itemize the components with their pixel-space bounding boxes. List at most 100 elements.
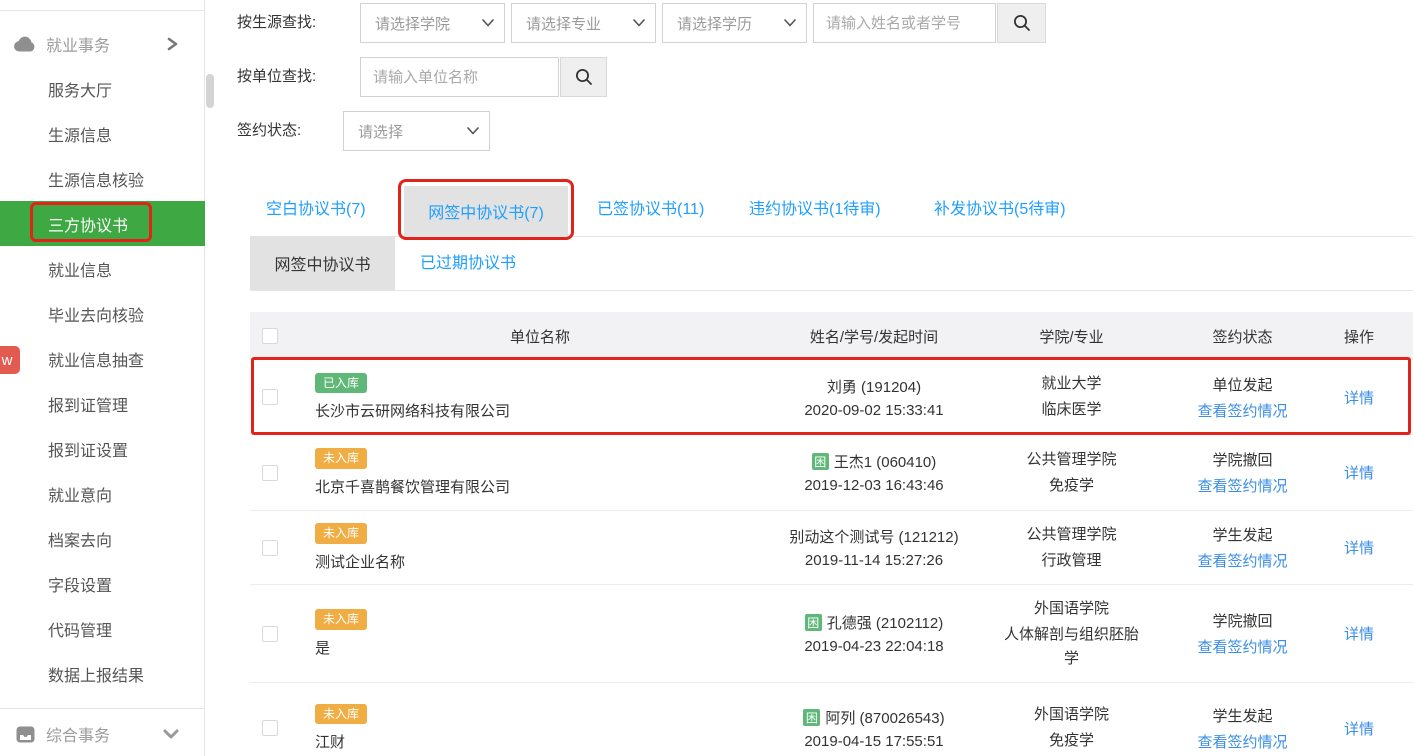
sidebar-item-registration-card-settings[interactable]: 报到证设置 — [0, 426, 205, 471]
initiate-time: 2019-04-15 17:55:51 — [804, 733, 943, 750]
view-sign-status-link[interactable]: 查看签约情况 — [1197, 400, 1287, 421]
row-checkbox[interactable] — [262, 626, 278, 642]
sidebar-section-general[interactable]: 综合事务 — [0, 712, 205, 756]
chevron-down-icon — [163, 728, 179, 740]
company-name-input[interactable] — [360, 57, 559, 97]
major: 免疫学 — [1049, 729, 1094, 752]
college-select[interactable]: 请选择学院 — [360, 3, 505, 43]
sidebar-item-code-manage[interactable]: 代码管理 — [0, 606, 205, 651]
stored-status-badge: 未入库 — [315, 523, 367, 543]
student-name-id: 别动这个测试号 (121212) — [789, 526, 958, 547]
sign-status-select[interactable]: 请选择 — [343, 111, 490, 151]
sign-status: 学院撤回 — [1212, 610, 1272, 631]
sidebar-top-divider — [0, 10, 205, 11]
college: 公共管理学院 — [1026, 523, 1116, 544]
app-screen: 就业事务 服务大厅 生源信息 生源信息核验 三方协议书 就业信息 毕业去向核验 … — [0, 0, 1415, 756]
row-checkbox[interactable] — [262, 465, 278, 481]
select-all-checkbox[interactable] — [262, 328, 278, 344]
tab-online-signing-agreements[interactable]: 网签中协议书(7) — [404, 186, 568, 236]
student-name-id: 刘勇 (191204) — [827, 376, 921, 397]
tab-blank-agreements[interactable]: 空白协议书(7) — [266, 183, 366, 236]
table-row: 已入库 长沙市云研网络科技有限公司 刘勇 (191204) 2020-09-02… — [250, 360, 1413, 435]
student-name-id: 王杰1 (060410) — [834, 451, 937, 472]
poverty-tag: 困 — [812, 453, 829, 470]
initiate-time: 2019-12-03 16:43:46 — [804, 477, 943, 494]
sidebar-scrollbar-thumb[interactable] — [206, 74, 214, 108]
chevron-down-icon — [633, 19, 645, 27]
sidebar-item-employment-intention[interactable]: 就业意向 — [0, 471, 205, 516]
row-checkbox[interactable] — [262, 540, 278, 556]
filter-source-label: 按生源查找: — [237, 3, 316, 43]
company-search-button[interactable] — [560, 57, 607, 97]
sign-status: 单位发起 — [1212, 374, 1272, 395]
inbox-icon — [12, 726, 38, 743]
student-name-input[interactable] — [813, 3, 996, 43]
company-name: 长沙市云研网络科技有限公司 — [315, 400, 510, 421]
tab-signed-agreements[interactable]: 已签协议书(11) — [597, 183, 704, 236]
poverty-tag: 困 — [805, 614, 822, 631]
college: 公共管理学院 — [1026, 448, 1116, 469]
sidebar-item-tripartite-agreement[interactable]: 三方协议书 — [0, 201, 205, 246]
sidebar: 就业事务 服务大厅 生源信息 生源信息核验 三方协议书 就业信息 毕业去向核验 … — [0, 0, 205, 756]
subtab-online-signing[interactable]: 网签中协议书 — [250, 236, 395, 290]
sign-status: 学生发起 — [1212, 524, 1272, 545]
major-select-value: 请选择专业 — [526, 13, 601, 34]
chevron-down-icon — [467, 127, 479, 135]
company-name: 测试企业名称 — [315, 551, 405, 572]
table-row: 未入库 北京千喜鹊餐饮管理有限公司 困王杰1 (060410) 2019-12-… — [250, 435, 1413, 511]
major: 免疫学 — [1049, 474, 1094, 497]
tab-breach-agreements[interactable]: 违约协议书(1待审) — [749, 183, 881, 236]
major: 人体解剖与组织胚胎学 — [1002, 623, 1142, 670]
detail-link[interactable]: 详情 — [1305, 718, 1413, 739]
college: 外国语学院 — [1034, 703, 1109, 724]
college-select-value: 请选择学院 — [375, 13, 450, 34]
table-header-row: 单位名称 姓名/学号/发起时间 学院/专业 签约状态 操作 — [250, 312, 1413, 360]
sidebar-item-source-verify[interactable]: 生源信息核验 — [0, 156, 205, 201]
major-select[interactable]: 请选择专业 — [511, 3, 656, 43]
source-search-button[interactable] — [997, 3, 1046, 43]
company-name: 北京千喜鹊餐饮管理有限公司 — [315, 476, 510, 497]
col-header-action: 操作 — [1305, 326, 1413, 347]
sidebar-item-archive-destination[interactable]: 档案去向 — [0, 516, 205, 561]
view-sign-status-link[interactable]: 查看签约情况 — [1197, 475, 1287, 496]
subtabs-divider — [250, 290, 1413, 291]
row-checkbox[interactable] — [262, 389, 278, 405]
table-row: 未入库 江财 困阿列 (870026543) 2019-04-15 17:55:… — [250, 683, 1413, 756]
sign-status-select-value: 请选择 — [358, 121, 403, 142]
sidebar-item-source-info[interactable]: 生源信息 — [0, 111, 205, 156]
detail-link[interactable]: 详情 — [1305, 537, 1413, 558]
filter-company-label: 按单位查找: — [237, 57, 316, 97]
sidebar-item-graduation-destination-verify[interactable]: 毕业去向核验 — [0, 291, 205, 336]
view-sign-status-link[interactable]: 查看签约情况 — [1197, 731, 1287, 752]
sidebar-item-registration-card-manage[interactable]: 报到证管理 — [0, 381, 205, 426]
chevron-down-icon — [784, 19, 796, 27]
sidebar-section-label: 综合事务 — [46, 722, 163, 746]
detail-link[interactable]: 详情 — [1305, 462, 1413, 483]
initiate-time: 2020-09-02 15:33:41 — [804, 402, 943, 419]
student-name-id: 阿列 (870026543) — [825, 707, 944, 728]
college: 就业大学 — [1041, 372, 1101, 393]
sidebar-item-field-settings[interactable]: 字段设置 — [0, 561, 205, 606]
sidebar-section-employment[interactable]: 就业事务 — [0, 22, 205, 66]
tab-reissue-agreements[interactable]: 补发协议书(5待审) — [934, 183, 1066, 236]
cloud-icon — [12, 36, 38, 52]
sidebar-item-service-hall[interactable]: 服务大厅 — [0, 66, 205, 111]
agreements-table: 单位名称 姓名/学号/发起时间 学院/专业 签约状态 操作 已入库 长沙市云研网… — [250, 312, 1413, 756]
stored-status-badge: 未入库 — [315, 448, 367, 468]
detail-link[interactable]: 详情 — [1305, 387, 1413, 408]
view-sign-status-link[interactable]: 查看签约情况 — [1197, 636, 1287, 657]
subtab-expired[interactable]: 已过期协议书 — [420, 237, 516, 290]
row-checkbox[interactable] — [262, 720, 278, 736]
chevron-right-icon — [167, 36, 179, 52]
sidebar-item-employment-info[interactable]: 就业信息 — [0, 246, 205, 291]
degree-select[interactable]: 请选择学历 — [662, 3, 807, 43]
sidebar-item-data-report-result[interactable]: 数据上报结果 — [0, 651, 205, 696]
search-icon — [1013, 14, 1031, 32]
view-sign-status-link[interactable]: 查看签约情况 — [1197, 550, 1287, 571]
student-name-id: 孔德强 (2102112) — [827, 612, 943, 633]
sidebar-bottom-divider — [0, 708, 205, 709]
detail-link[interactable]: 详情 — [1305, 623, 1413, 644]
chevron-down-icon — [482, 19, 494, 27]
sidebar-item-employment-spot-check[interactable]: 就业信息抽查 — [0, 336, 205, 381]
degree-select-value: 请选择学历 — [677, 13, 752, 34]
